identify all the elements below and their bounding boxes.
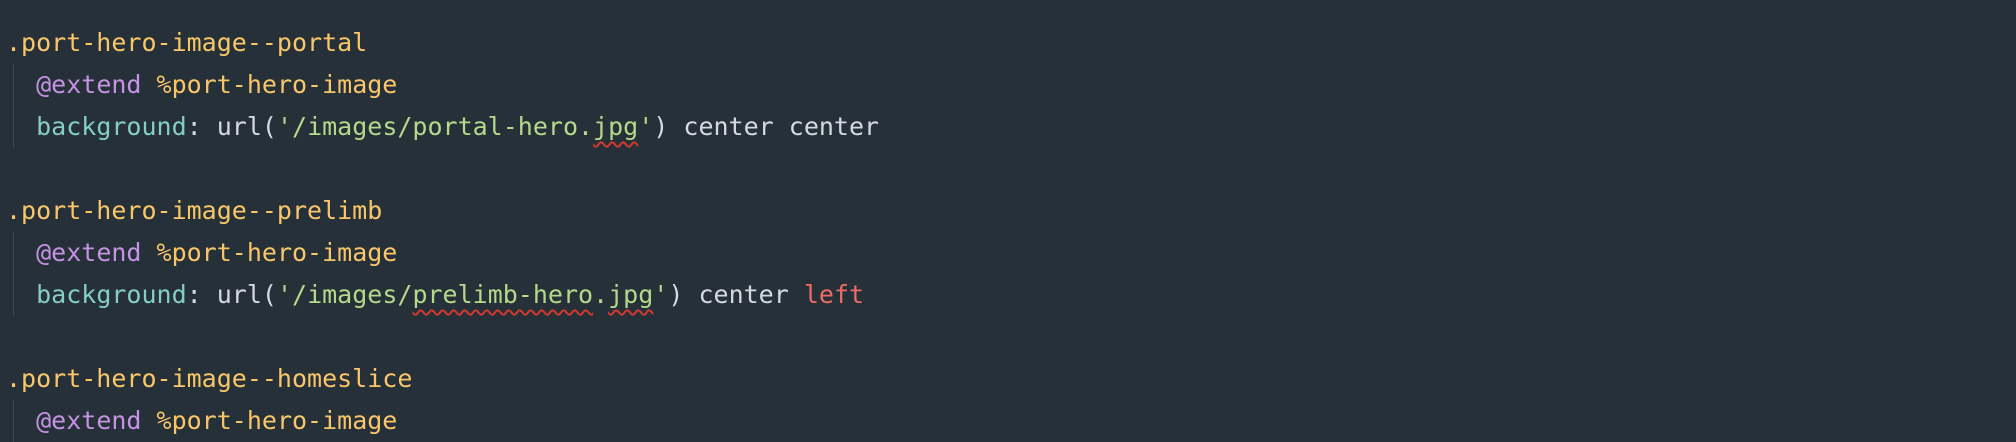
placeholder-selector: %port-hero-image: [156, 70, 398, 99]
colon: :: [186, 280, 202, 309]
code-line[interactable]: .port-hero-image--homeslice: [6, 358, 412, 400]
colon: :: [186, 112, 202, 141]
at-rule-keyword: @extend: [36, 70, 142, 99]
css-property: background: [36, 112, 187, 141]
misspelled-word[interactable]: jpg: [593, 112, 638, 141]
string-quote: ': [653, 280, 669, 309]
css-value: center: [698, 280, 789, 309]
code-editor[interactable]: .port-hero-image--portal @extend %port-h…: [0, 0, 2016, 442]
invalid-css-value: left: [803, 280, 865, 309]
css-value: center: [788, 112, 880, 141]
url-function-open: url(: [216, 112, 277, 141]
code-line[interactable]: @extend %port-hero-image: [6, 400, 397, 442]
string-literal: .: [593, 280, 609, 309]
code-line[interactable]: @extend %port-hero-image: [6, 64, 397, 106]
placeholder-selector: %port-hero-image: [156, 406, 398, 435]
string-quote: ': [638, 112, 654, 141]
css-property: background: [36, 280, 187, 309]
string-literal: '/images/portal-hero.: [276, 112, 594, 141]
at-rule-keyword: @extend: [36, 238, 142, 267]
css-selector: .port-hero-image--homeslice: [6, 364, 413, 393]
code-line[interactable]: background: url('/images/prelimb-hero.jp…: [6, 274, 864, 316]
code-line[interactable]: background: url('/images/portal-hero.jpg…: [6, 106, 879, 148]
url-function-open: url(: [216, 280, 277, 309]
url-function-close: ): [653, 112, 669, 141]
misspelled-word[interactable]: jpg: [608, 280, 653, 309]
code-line[interactable]: @extend %port-hero-image: [6, 232, 397, 274]
url-function-close: ): [668, 280, 684, 309]
misspelled-word[interactable]: prelimb-hero: [412, 280, 593, 309]
css-selector: .port-hero-image--portal: [6, 28, 368, 57]
code-line[interactable]: .port-hero-image--prelimb: [6, 190, 382, 232]
code-line[interactable]: .port-hero-image--portal: [6, 22, 367, 64]
string-literal: '/images/: [276, 280, 413, 309]
css-selector: .port-hero-image--prelimb: [6, 196, 383, 225]
placeholder-selector: %port-hero-image: [156, 238, 398, 267]
at-rule-keyword: @extend: [36, 406, 142, 435]
css-value: center: [683, 112, 774, 141]
